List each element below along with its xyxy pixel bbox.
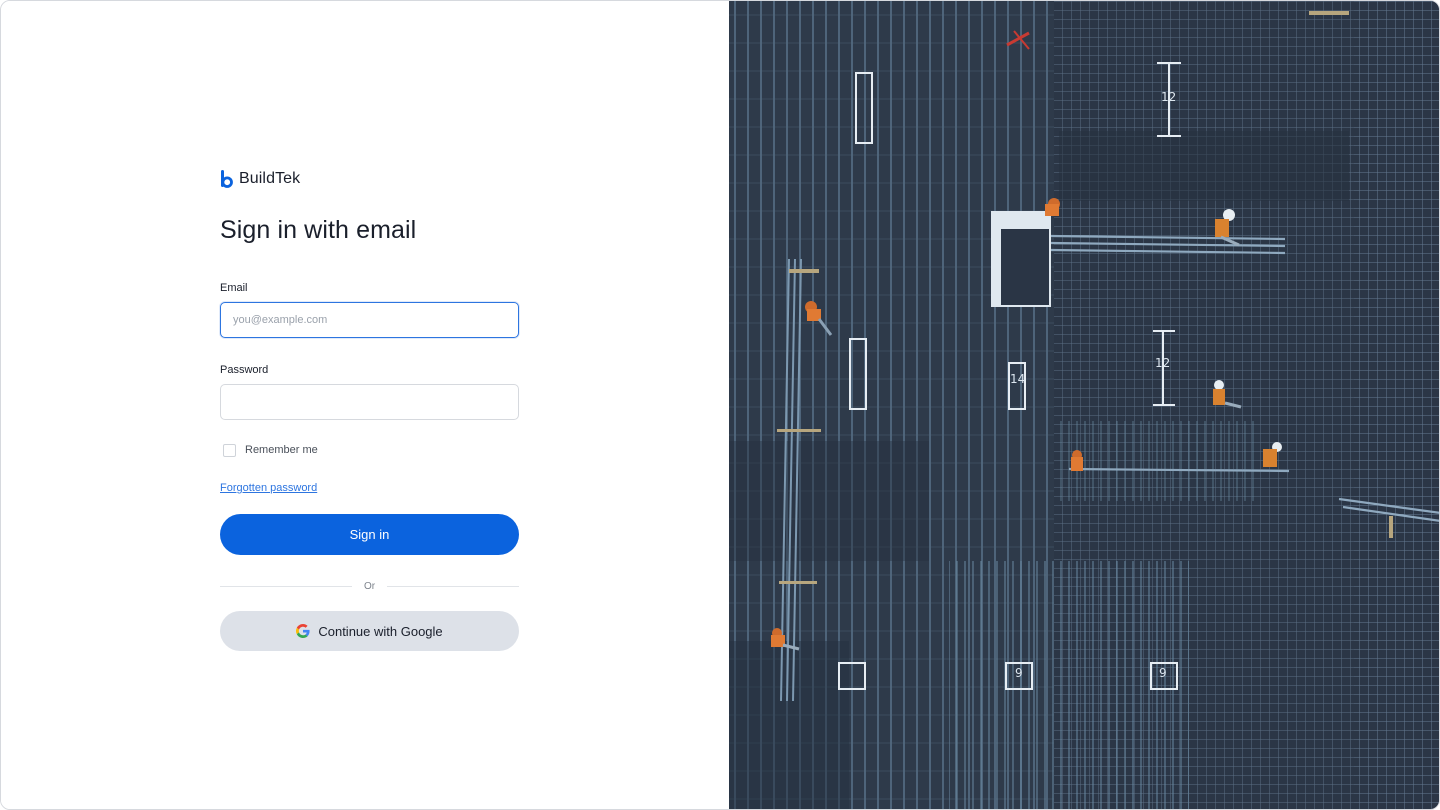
divider-text: Or (363, 580, 376, 592)
grid-label: 12 (1155, 356, 1170, 370)
divider-line-right (387, 585, 520, 587)
remember-me-checkbox[interactable] (223, 443, 236, 457)
or-divider: Or (220, 579, 520, 593)
password-field[interactable] (220, 384, 519, 420)
email-field[interactable] (220, 302, 519, 338)
forgot-password-link[interactable]: Forgotten password (220, 481, 317, 495)
grid-label: 14 (1010, 372, 1025, 386)
brand-name: BuildTek (239, 170, 301, 187)
login-window: BuildTek Sign in with email Email Passwo… (0, 0, 1440, 810)
grid-label: 9 (1015, 666, 1023, 680)
grid-label: 12 (1161, 90, 1176, 104)
aerial-construction-photo: 12 12 14 9 9 (729, 1, 1439, 809)
google-g-icon (296, 624, 310, 638)
brand-logo: BuildTek (220, 168, 519, 190)
grid-label: 9 (1159, 666, 1167, 680)
remember-me-label: Remember me (245, 444, 318, 456)
hero-image: 12 12 14 9 9 (729, 1, 1439, 809)
divider-line-left (220, 585, 352, 587)
remember-me-row[interactable]: Remember me (220, 443, 519, 457)
login-form: BuildTek Sign in with email Email Passwo… (220, 168, 520, 651)
buildtek-logo-icon (221, 170, 233, 188)
page-title: Sign in with email (220, 216, 417, 244)
login-panel: BuildTek Sign in with email Email Passwo… (1, 1, 729, 809)
sign-in-button[interactable]: Sign in (220, 514, 519, 555)
password-label: Password (220, 364, 269, 376)
continue-with-google-button[interactable]: Continue with Google (220, 611, 519, 651)
email-label: Email (220, 282, 248, 294)
google-button-label: Continue with Google (318, 623, 443, 639)
